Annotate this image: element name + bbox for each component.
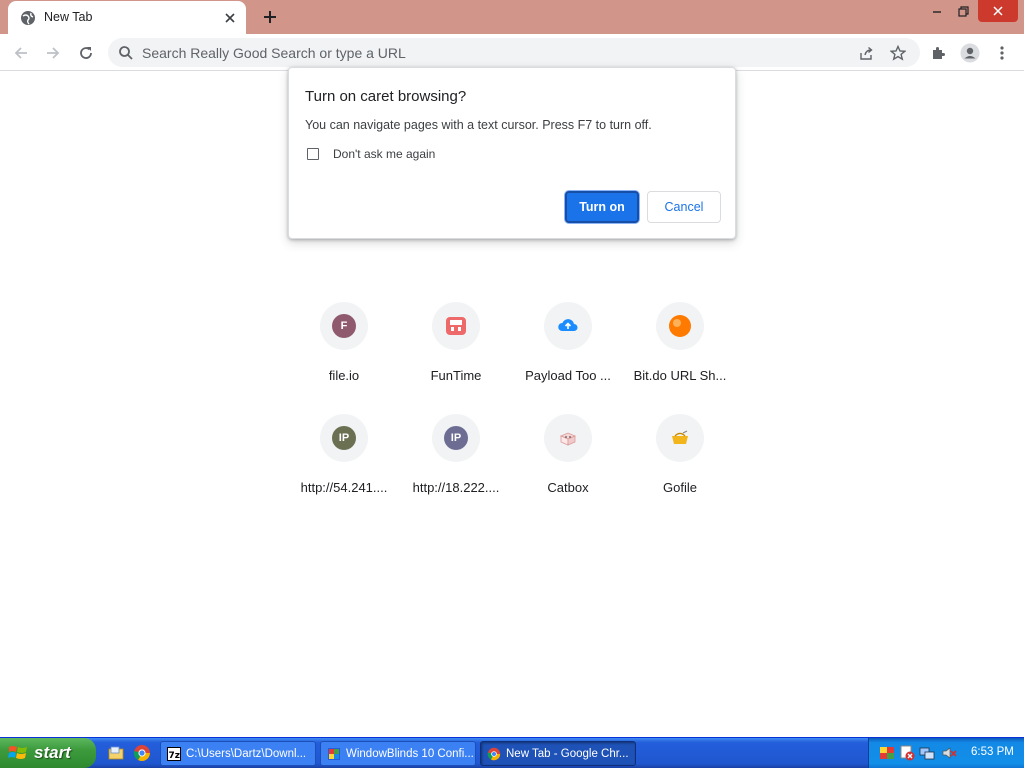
star-icon (890, 45, 906, 61)
shortcut-ip-18[interactable]: IP http://18.222.... (400, 413, 512, 525)
shortcut-icon: F (320, 302, 368, 350)
taskbar-item-7zip[interactable]: 7z C:\Users\Dartz\Downl... (160, 741, 316, 766)
7zip-icon: 7z (167, 746, 181, 761)
tab-close-button[interactable] (220, 8, 240, 28)
letter-icon: IP (332, 426, 356, 450)
restore-button[interactable] (948, 0, 978, 22)
shortcut-icon (656, 302, 704, 350)
tab-new-tab[interactable]: New Tab (8, 1, 246, 34)
shortcut-ip-54[interactable]: IP http://54.241.... (288, 413, 400, 525)
new-tab-button[interactable] (258, 5, 282, 29)
caret-browsing-dialog: Turn on caret browsing? You can navigate… (288, 67, 736, 239)
taskbar: start 7z C:\Users\Dartz\Downl... WindowB… (0, 737, 1024, 768)
shortcut-icon (432, 302, 480, 350)
close-icon (225, 13, 235, 23)
windowblinds-tray-icon[interactable] (879, 745, 895, 761)
minimize-icon (933, 11, 941, 13)
start-button[interactable]: start (0, 738, 96, 768)
chrome-quicklaunch-icon[interactable] (133, 744, 151, 762)
start-label: start (34, 743, 71, 762)
dialog-message: You can navigate pages with a text curso… (305, 118, 652, 132)
share-icon (859, 46, 873, 60)
tab-title: New Tab (44, 10, 93, 24)
security-alert-icon[interactable] (899, 745, 915, 761)
shortcut-label: Gofile (663, 480, 697, 495)
dont-ask-again-checkbox[interactable] (307, 148, 319, 160)
taskbar-item-label: WindowBlinds 10 Confi... (346, 747, 474, 760)
close-window-button[interactable] (978, 0, 1018, 22)
dont-ask-again-label[interactable]: Don't ask me again (333, 147, 435, 161)
plus-icon (264, 11, 276, 23)
svg-text:7z: 7z (169, 751, 181, 761)
profile-button[interactable] (957, 40, 983, 66)
gofile-icon (672, 430, 688, 444)
dialog-title: Turn on caret browsing? (305, 88, 467, 105)
shortcut-file-io[interactable]: F file.io (288, 301, 400, 413)
omnibox[interactable]: Search Really Good Search or type a URL (108, 38, 920, 67)
shortcut-catbox[interactable]: Catbox (512, 413, 624, 525)
letter-icon: IP (444, 426, 468, 450)
search-icon (119, 46, 133, 60)
shortcut-icon (656, 414, 704, 462)
taskbar-item-label: C:\Users\Dartz\Downl... (186, 747, 307, 760)
taskbar-item-windowblinds[interactable]: WindowBlinds 10 Confi... (320, 741, 476, 766)
taskbar-item-label: New Tab - Google Chr... (506, 747, 629, 760)
shortcut-label: Catbox (547, 480, 589, 495)
shortcut-funtime[interactable]: FunTime (400, 301, 512, 413)
shortcut-payload-too[interactable]: Payload Too ... (512, 301, 624, 413)
shortcut-icon: IP (320, 414, 368, 462)
clock: 6:53 PM (971, 746, 1014, 758)
shortcut-icon (544, 414, 592, 462)
close-icon (993, 6, 1003, 16)
reload-button[interactable] (73, 40, 99, 66)
title-bar: New Tab (0, 0, 1024, 34)
shortcut-label: FunTime (430, 368, 482, 383)
shortcut-bit-do[interactable]: Bit.do URL Sh... (624, 301, 736, 413)
catbox-icon (559, 432, 577, 446)
kebab-menu-icon (1000, 46, 1004, 60)
reload-icon (80, 47, 92, 59)
shortcut-label: http://18.222.... (412, 480, 500, 495)
arrow-right-icon (47, 47, 60, 59)
restore-icon (957, 5, 969, 17)
globe-icon (21, 11, 35, 25)
cancel-button[interactable]: Cancel (647, 191, 721, 223)
windowblinds-icon (328, 747, 340, 760)
letter-icon: F (332, 314, 356, 338)
shortcut-label: file.io (328, 368, 360, 383)
shortcut-gofile[interactable]: Gofile (624, 413, 736, 525)
taskbar-item-chrome[interactable]: New Tab - Google Chr... (480, 741, 636, 766)
orange-ball-icon (669, 315, 691, 337)
explorer-quicklaunch-icon[interactable] (107, 744, 125, 762)
system-tray: 6:53 PM (868, 738, 1024, 768)
back-button[interactable] (8, 40, 34, 66)
forward-button[interactable] (40, 40, 66, 66)
shortcut-label: http://54.241.... (300, 480, 388, 495)
avatar-icon (960, 43, 980, 63)
browser-toolbar: Search Really Good Search or type a URL (0, 34, 1024, 71)
extensions-button[interactable] (925, 40, 951, 66)
store-icon (446, 317, 466, 335)
shortcut-label: Payload Too ... (525, 368, 611, 383)
share-button[interactable] (856, 43, 876, 63)
cloud-upload-icon (558, 319, 578, 331)
shortcut-icon: IP (432, 414, 480, 462)
puzzle-icon (933, 47, 945, 59)
volume-muted-icon[interactable] (941, 745, 957, 761)
chrome-icon (487, 747, 501, 760)
turn-on-button[interactable]: Turn on (565, 191, 639, 223)
bookmark-button[interactable] (888, 43, 908, 63)
network-icon[interactable] (919, 745, 935, 761)
windows-logo-icon (8, 746, 27, 759)
shortcut-label: Bit.do URL Sh... (633, 368, 727, 383)
shortcut-icon (544, 302, 592, 350)
arrow-left-icon (14, 47, 27, 59)
menu-button[interactable] (989, 40, 1015, 66)
omnibox-placeholder: Search Really Good Search or type a URL (142, 45, 406, 61)
